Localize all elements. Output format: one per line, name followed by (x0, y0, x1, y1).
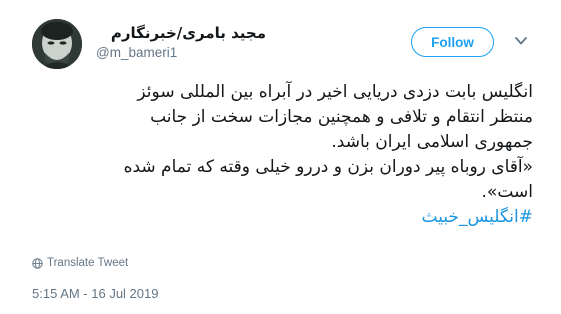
follow-button[interactable]: Follow (411, 27, 494, 57)
hashtag-link[interactable]: #انگلیس_خبیث (422, 207, 533, 227)
tweet-text-line: است». (481, 182, 533, 202)
tweet-card: مجید بامری/خبرنگارم @m_bameri1 Follow ان… (0, 0, 561, 314)
globe-icon (32, 257, 43, 269)
translate-label: Translate Tweet (47, 257, 129, 269)
display-name[interactable]: مجید بامری/خبرنگارم (96, 24, 266, 42)
user-handle[interactable]: @m_bameri1 (96, 45, 177, 60)
tweet-text-line: منتظر انتقام و تلافی و همچنین مجازات سخت… (150, 107, 533, 127)
tweet-text-line: انگلیس بابت دزدی دریایی اخیر در آبراه بی… (137, 82, 533, 102)
tweet-text-line: «آقای روباه پیر دوران بزن و دررو خیلی وق… (123, 157, 533, 177)
avatar[interactable] (32, 19, 82, 69)
avatar-image (32, 19, 82, 69)
translate-tweet-link[interactable]: Translate Tweet (32, 257, 128, 269)
tweet-text: انگلیس بابت دزدی دریایی اخیر در آبراه بی… (30, 80, 533, 230)
chevron-down-icon[interactable] (513, 33, 529, 49)
tweet-timestamp[interactable]: 5:15 AM - 16 Jul 2019 (32, 286, 158, 301)
tweet-text-line: جمهوری اسلامی ایران باشد. (331, 132, 533, 152)
